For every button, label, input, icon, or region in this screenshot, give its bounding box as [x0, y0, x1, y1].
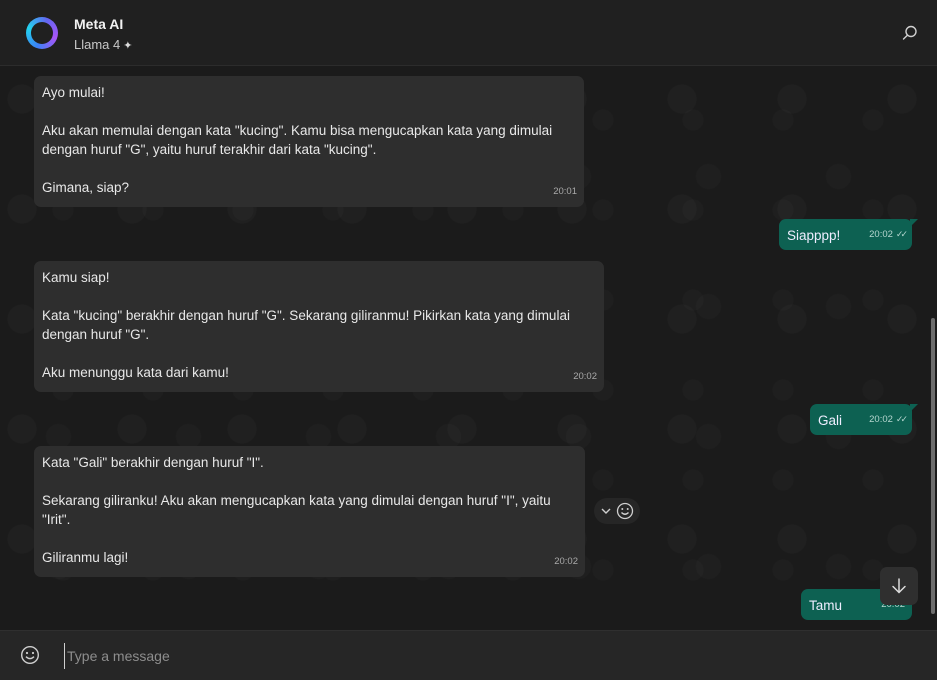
emoji-icon[interactable]: [20, 645, 40, 665]
message-list[interactable]: Ayo mulai! Aku akan memulai dengan kata …: [0, 66, 937, 630]
message-text: Siapppp!: [787, 228, 841, 243]
read-receipt-icon: ✓✓: [895, 229, 908, 239]
message-time: 20:02: [869, 229, 893, 240]
message-time: 20:02: [554, 556, 578, 567]
sparkle-icon: ✦: [123, 40, 133, 52]
message-text: Tamu: [809, 598, 843, 613]
message-bubble-outgoing[interactable]: Gali 20:02 ✓✓: [810, 404, 918, 435]
message-text: Ayo mulai! Aku akan memulai dengan kata …: [42, 85, 553, 195]
meta-ai-avatar[interactable]: [26, 17, 58, 49]
message-time-row: 20:02 ✓✓: [869, 225, 908, 244]
message-bubble-outgoing[interactable]: Siapppp! 20:02 ✓✓: [779, 219, 918, 250]
message-time: 20:01: [553, 186, 577, 197]
chevron-down-icon[interactable]: [600, 505, 612, 517]
read-receipt-icon: ✓✓: [895, 414, 908, 424]
model-name: Llama 4: [74, 37, 121, 52]
message-text: Kata "Gali" berakhir dengan huruf "I". S…: [42, 455, 551, 565]
message-bubble-incoming[interactable]: Kamu siap! Kata "kucing" berakhir dengan…: [34, 261, 604, 392]
scroll-to-bottom-button[interactable]: [880, 567, 918, 605]
contact-subtitle: Llama 4 ✦: [74, 37, 132, 52]
arrow-down-icon: [892, 578, 906, 594]
message-text: Gali: [818, 413, 843, 428]
message-time: 20:02: [573, 371, 597, 382]
message-time: 20:02: [869, 414, 893, 425]
message-bubble-incoming[interactable]: Ayo mulai! Aku akan memulai dengan kata …: [34, 76, 584, 207]
message-text: Kamu siap! Kata "kucing" berakhir dengan…: [42, 270, 570, 380]
message-bubble-incoming[interactable]: Kata "Gali" berakhir dengan huruf "I". S…: [34, 446, 585, 577]
chat-header: Meta AI Llama 4 ✦: [0, 0, 937, 66]
emoji-reaction-icon[interactable]: [616, 502, 634, 520]
message-time-row: 20:02 ✓✓: [869, 410, 908, 429]
message-actions: [594, 498, 640, 524]
message-input[interactable]: [64, 643, 884, 669]
scrollbar-thumb[interactable]: [931, 318, 935, 614]
search-icon[interactable]: [901, 24, 919, 42]
contact-name[interactable]: Meta AI: [74, 16, 123, 32]
message-composer: [0, 630, 937, 680]
